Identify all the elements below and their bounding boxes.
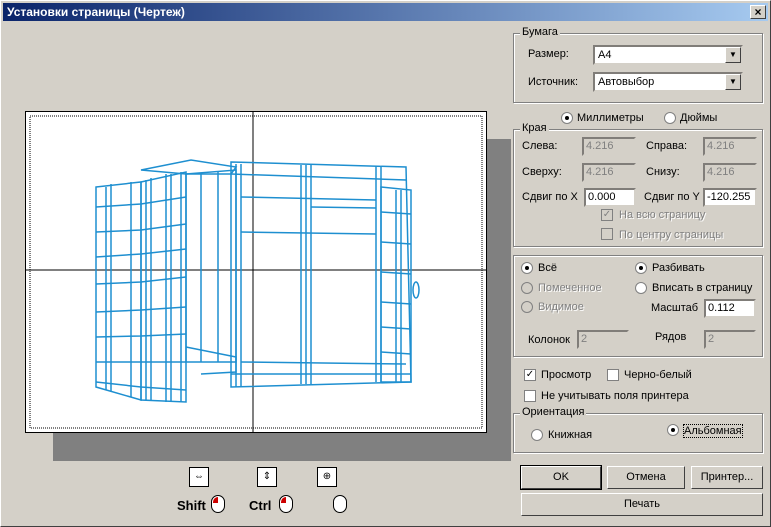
paper-size-value: A4 [598, 49, 612, 61]
margin-bottom-label: Снизу: [646, 166, 680, 178]
preview-drawing [26, 112, 486, 432]
range-all-radio[interactable] [521, 262, 533, 274]
bw-checkbox[interactable] [607, 369, 619, 381]
ok-button[interactable]: OK [520, 465, 602, 490]
split-radio[interactable] [635, 262, 647, 274]
scale-label: Масштаб [651, 302, 699, 314]
margin-right-field[interactable]: 4.216 [703, 137, 757, 156]
landscape-radio[interactable] [667, 424, 679, 436]
units-mm-radio[interactable] [561, 112, 573, 124]
columns-field[interactable]: 2 [577, 330, 629, 349]
paper-source-label: Источник: [528, 76, 579, 88]
cancel-button[interactable]: Отмена [607, 466, 685, 489]
margin-bottom-field[interactable]: 4.216 [703, 163, 757, 182]
paper-source-select[interactable]: Автовыбор ▼ [593, 72, 743, 92]
ignore-margins-label: Не учитывать поля принтера [541, 390, 689, 402]
paper-size-select[interactable]: A4 ▼ [593, 45, 743, 65]
print-button[interactable]: Печать [521, 493, 763, 516]
fit-width-icon[interactable]: ⇔ [189, 467, 209, 487]
zoom-icon[interactable]: ⊕ [317, 467, 337, 487]
full-page-checkbox[interactable]: ✓ [601, 209, 613, 221]
preview-label: Просмотр [541, 369, 592, 381]
margin-left-field[interactable]: 4.216 [582, 137, 636, 156]
range-visible-radio[interactable] [521, 301, 533, 313]
page-setup-dialog: Установки страницы (Чертеж) × ⇔ ⇕ ⊕ Shif… [0, 0, 771, 527]
close-button[interactable]: × [750, 5, 766, 19]
center-page-checkbox[interactable] [601, 228, 613, 240]
orientation-group-title: Ориентация [520, 406, 587, 418]
portrait-label: Книжная [548, 429, 593, 441]
fit-page-label: Вписать в страницу [652, 282, 753, 294]
portrait-radio[interactable] [531, 429, 543, 441]
split-label: Разбивать [652, 262, 705, 274]
paper-source-value: Автовыбор [598, 76, 655, 88]
rows-label: Рядов [655, 331, 687, 343]
window-title: Установки страницы (Чертеж) [7, 5, 185, 19]
bw-label: Черно-белый [624, 369, 692, 381]
fit-height-icon[interactable]: ⇕ [257, 467, 277, 487]
shift-y-label: Сдвиг по Y [644, 191, 700, 203]
mouse-left-click-icon [211, 495, 225, 513]
preview-checkbox[interactable]: ✓ [524, 369, 536, 381]
margins-group-title: Края [520, 122, 549, 134]
chevron-down-icon[interactable]: ▼ [725, 74, 741, 90]
mouse-left-click-icon [279, 495, 293, 513]
paper-group-title: Бумага [520, 26, 560, 38]
units-inch-radio[interactable] [664, 112, 676, 124]
range-visible-label: Видимое [538, 301, 584, 313]
shift-modifier-label: Shift [177, 498, 206, 513]
range-all-label: Всё [538, 262, 557, 274]
range-marked-radio[interactable] [521, 282, 533, 294]
margin-right-label: Справа: [646, 140, 688, 152]
fit-page-radio[interactable] [635, 282, 647, 294]
print-preview[interactable] [25, 111, 487, 433]
units-mm-label: Миллиметры [577, 112, 644, 124]
margin-top-field[interactable]: 4.216 [582, 163, 636, 182]
title-bar: Установки страницы (Чертеж) [3, 3, 768, 21]
scale-field[interactable]: 0.112 [704, 299, 756, 318]
printer-button[interactable]: Принтер... [691, 466, 763, 489]
center-page-label: По центру страницы [619, 229, 724, 241]
columns-label: Колонок [528, 334, 570, 346]
shift-x-label: Сдвиг по X [522, 191, 578, 203]
ctrl-modifier-label: Ctrl [249, 498, 272, 513]
rows-field[interactable]: 2 [704, 330, 756, 349]
paper-size-label: Размер: [528, 48, 569, 60]
range-marked-label: Помеченное [538, 282, 602, 294]
full-page-label: На всю страницу [619, 209, 706, 221]
margin-left-label: Слева: [522, 140, 558, 152]
mouse-icon [333, 495, 347, 513]
chevron-down-icon[interactable]: ▼ [725, 47, 741, 63]
paper-group: Бумага [513, 26, 763, 103]
units-inch-label: Дюймы [680, 112, 718, 124]
shift-y-field[interactable]: -120.255 [703, 188, 757, 207]
margin-top-label: Сверху: [522, 166, 562, 178]
shift-x-field[interactable]: 0.000 [584, 188, 636, 207]
ignore-margins-checkbox[interactable] [524, 390, 536, 402]
landscape-label: Альбомная [683, 424, 743, 438]
